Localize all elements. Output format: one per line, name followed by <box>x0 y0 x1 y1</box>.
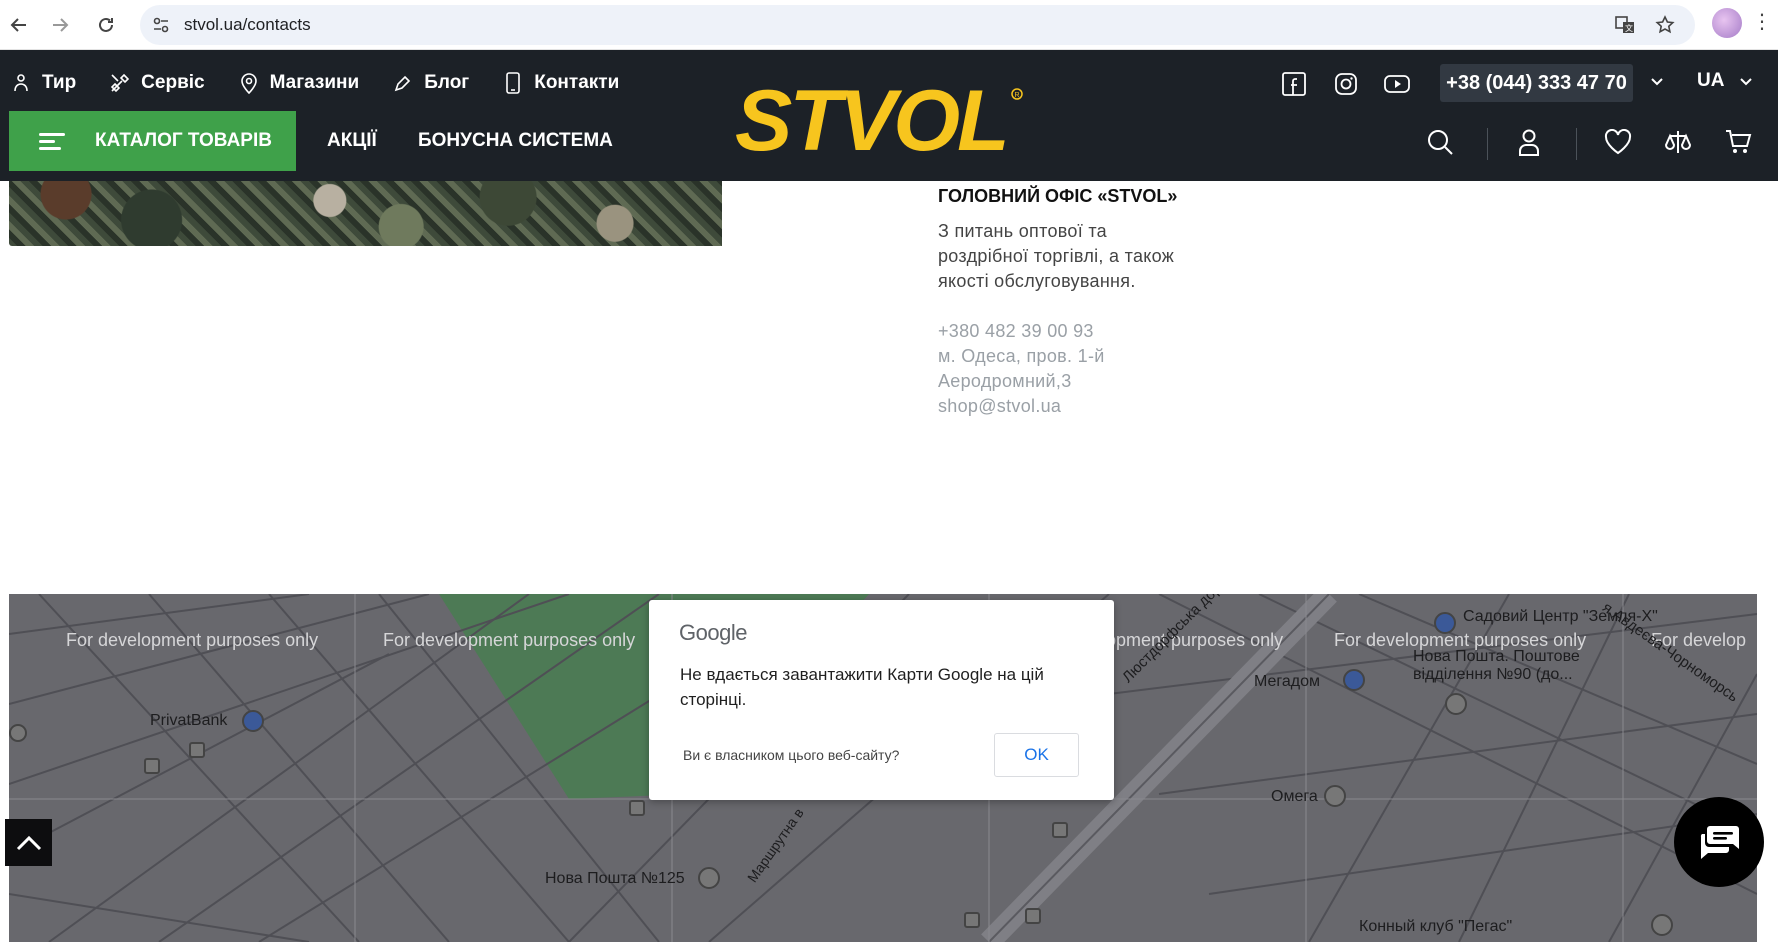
user-icon[interactable] <box>1513 126 1545 158</box>
nav-item-blog[interactable]: Блог <box>392 72 469 94</box>
poi-label[interactable]: Нова Пошта №125 <box>545 870 685 888</box>
cart-icon[interactable] <box>1722 126 1754 158</box>
chevron-up-icon <box>16 835 41 850</box>
nav-item-shops[interactable]: Магазини <box>238 72 360 94</box>
browser-toolbar: stvol.ua/contacts 文 ⋮ <box>0 0 1778 50</box>
dev-watermark: For development purposes only <box>66 630 319 650</box>
nav-item-tyr[interactable]: Тир <box>10 72 76 94</box>
shop-icon[interactable] <box>1434 612 1456 634</box>
bus-stop-icon[interactable] <box>144 758 160 774</box>
bus-stop-icon[interactable] <box>1025 908 1041 924</box>
bank-icon[interactable] <box>242 710 264 732</box>
divider <box>1576 128 1577 160</box>
nav-item-label: Магазини <box>269 72 360 93</box>
site-info-icon[interactable] <box>150 14 172 36</box>
language-selector[interactable]: UA <box>1697 70 1724 92</box>
bus-stop-icon[interactable] <box>964 912 980 928</box>
top-navigation: Тир Сервіс Магазини Блог Контакти <box>10 72 652 94</box>
office-description: З питань оптової та роздрібної торгівлі,… <box>938 221 1175 291</box>
phone-number[interactable]: +38 (044) 333 47 70 <box>1440 64 1633 102</box>
place-icon[interactable] <box>9 724 27 742</box>
shop-icon[interactable] <box>1343 669 1365 691</box>
error-message: Не вдається завантажити Карти Google на … <box>680 665 1044 709</box>
dev-watermark: opment purposes only <box>1106 630 1284 650</box>
catalog-label: КАТАЛОГ ТОВАРІВ <box>95 130 272 151</box>
instagram-icon[interactable] <box>1332 70 1360 98</box>
browser-menu-icon[interactable]: ⋮ <box>1752 9 1772 39</box>
poi-label[interactable]: Конный клуб "Пегас" <box>1359 918 1512 936</box>
svg-text:R: R <box>1015 92 1020 99</box>
compare-icon[interactable] <box>1662 126 1694 158</box>
poi-label[interactable]: Нова Пошта. Поштове відділення №90 (до..… <box>1413 648 1613 684</box>
nav-item-contacts[interactable]: Контакти <box>502 72 619 94</box>
dev-watermark: For development purposes only <box>383 630 636 650</box>
bus-stop-icon[interactable] <box>629 800 645 816</box>
stvol-logo[interactable]: STVOL R <box>735 73 1035 169</box>
chevron-down-icon[interactable] <box>1737 72 1755 90</box>
reload-icon[interactable] <box>89 8 123 42</box>
nav-item-label: Тир <box>42 72 77 93</box>
post-office-icon[interactable] <box>698 867 720 889</box>
map-pin-icon <box>238 72 260 94</box>
bus-stop-icon[interactable] <box>189 742 205 758</box>
url-text[interactable]: stvol.ua/contacts <box>184 15 311 35</box>
bookmark-star-icon[interactable] <box>1653 13 1677 37</box>
facebook-icon[interactable] <box>1280 70 1308 98</box>
profile-avatar[interactable] <box>1712 8 1742 38</box>
svg-text:STVOL: STVOL <box>735 80 1007 160</box>
chat-icon <box>1700 826 1739 859</box>
bonus-system-link[interactable]: БОНУСНА СИСТЕМА <box>418 130 613 152</box>
google-logo: Google <box>679 620 747 645</box>
nav-item-service[interactable]: Сервіс <box>109 72 205 94</box>
address-bar[interactable]: stvol.ua/contacts 文 <box>140 5 1695 45</box>
place-icon[interactable] <box>1651 914 1673 936</box>
catalog-button[interactable]: КАТАЛОГ ТОВАРІВ <box>9 111 296 171</box>
bus-stop-icon[interactable] <box>1052 822 1068 838</box>
back-icon[interactable] <box>2 8 36 42</box>
office-address: м. Одеса, пров. 1-й Аеродромний,3 <box>938 346 1105 391</box>
office-photo <box>9 181 722 246</box>
nav-item-label: Блог <box>424 72 470 93</box>
menu-icon <box>39 129 65 154</box>
ok-button[interactable]: OK <box>994 733 1079 777</box>
phone-icon <box>502 72 524 94</box>
tools-icon <box>109 72 131 94</box>
chat-button[interactable] <box>1674 797 1764 887</box>
nav-item-label: Контакти <box>534 72 620 93</box>
poi-label[interactable]: Омега <box>1271 788 1318 806</box>
divider <box>1487 128 1488 160</box>
place-icon[interactable] <box>1324 785 1346 807</box>
chevron-down-icon[interactable] <box>1648 72 1666 90</box>
search-icon[interactable] <box>1424 126 1456 158</box>
maps-error-dialog: Google Не вдається завантажити Карти Goo… <box>649 600 1114 800</box>
pen-icon <box>392 72 414 94</box>
poi-label[interactable]: PrivatBank <box>150 712 227 730</box>
site-header: Тир Сервіс Магазини Блог Контакти КАТАЛО… <box>0 50 1778 181</box>
post-office-icon[interactable] <box>1445 693 1467 715</box>
heart-icon[interactable] <box>1602 126 1634 158</box>
shooting-range-icon <box>10 72 32 94</box>
translate-icon[interactable]: 文 <box>1613 13 1637 37</box>
office-title: ГОЛОВНИЙ ОФІС «STVOL» <box>938 186 1178 206</box>
promo-link[interactable]: АКЦІЇ <box>327 130 377 152</box>
scroll-to-top-button[interactable] <box>5 819 52 866</box>
site-owner-link[interactable]: Ви є власником цього веб-сайту? <box>683 747 899 763</box>
office-email[interactable]: shop@stvol.ua <box>938 394 1178 419</box>
youtube-icon[interactable] <box>1383 70 1411 98</box>
nav-item-label: Сервіс <box>141 72 205 93</box>
svg-text:文: 文 <box>1625 23 1633 33</box>
poi-label[interactable]: Мегадом <box>1254 673 1320 691</box>
office-phone[interactable]: +380 482 39 00 93 <box>938 319 1178 344</box>
office-info: ГОЛОВНИЙ ОФІС «STVOL» З питань оптової т… <box>938 184 1178 419</box>
forward-icon[interactable] <box>43 8 77 42</box>
